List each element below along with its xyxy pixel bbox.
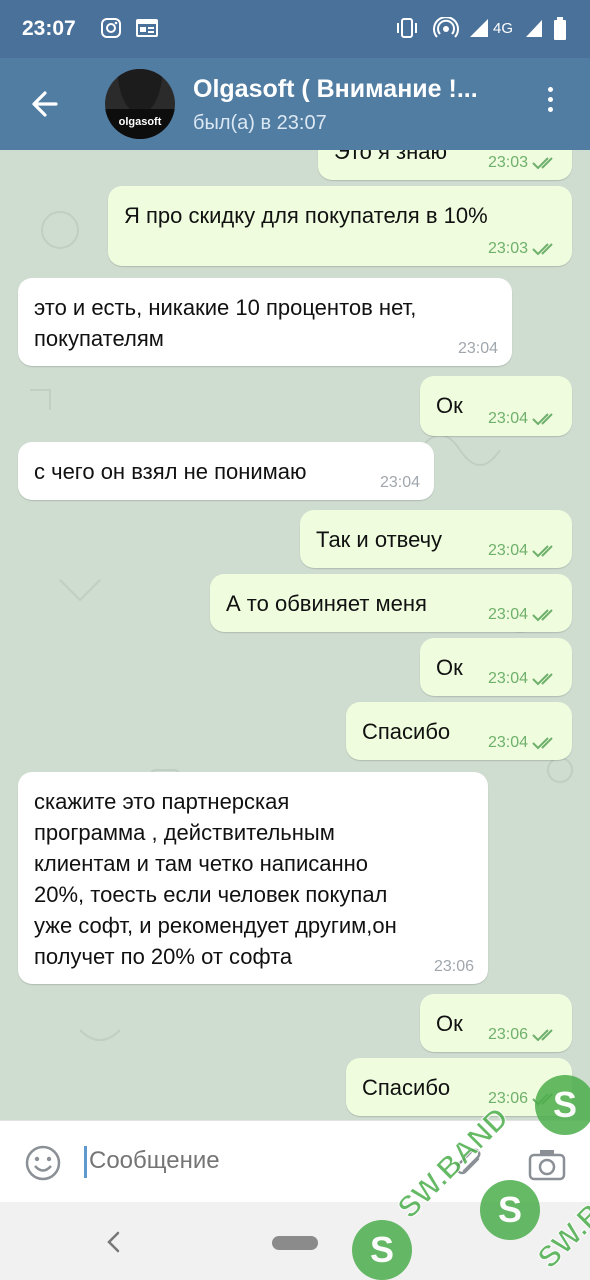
- dot-icon: [547, 87, 553, 92]
- message-text: с чего он взял не понимаю: [34, 459, 307, 484]
- attach-button[interactable]: [450, 1145, 490, 1185]
- message-time: 23:04: [379, 474, 420, 491]
- message-meta: 23:04: [488, 734, 558, 752]
- message-outgoing[interactable]: Ок 23:06: [420, 994, 572, 1052]
- message-text: Спасибо: [362, 1075, 451, 1100]
- arrow-left-icon: [32, 91, 58, 117]
- message-meta: 23:04: [488, 410, 558, 428]
- message-line: скажите это партнерская: [34, 789, 290, 814]
- message-meta: 23:03: [488, 240, 558, 258]
- message-line: покупателям: [34, 326, 164, 351]
- vibrate-icon: [394, 17, 420, 44]
- message-outgoing[interactable]: Это я знаю 23:03: [318, 150, 572, 180]
- message-text: Я про скидку для покупателя в 10%: [124, 203, 488, 228]
- chat-header: olgasoft Olgasoft ( Внимание !... был(а)…: [0, 58, 590, 150]
- message-incoming[interactable]: с чего он взял не понимаю 23:04: [18, 442, 434, 500]
- message-time: 23:04: [487, 542, 528, 559]
- message-text: Это я знаю: [334, 150, 447, 164]
- camera-button[interactable]: [527, 1147, 567, 1183]
- message-outgoing[interactable]: Спасибо 23:04: [346, 702, 572, 760]
- message-time: 23:03: [487, 154, 528, 171]
- instagram-icon: [100, 17, 122, 44]
- message-line: клиентам и там четко написанно: [34, 851, 369, 876]
- double-check-icon: [532, 413, 553, 426]
- message-incoming[interactable]: скажите это партнерская программа , дейс…: [18, 772, 488, 984]
- message-line: уже софт, и рекомендует другим,он: [34, 913, 397, 938]
- network-type: 4G: [493, 20, 514, 37]
- message-time: 23:04: [487, 606, 528, 623]
- message-time: 23:06: [433, 958, 474, 975]
- message-text: А то обвиняет меня: [226, 591, 427, 616]
- double-check-icon: [532, 157, 553, 170]
- message-time: 23:06: [487, 1026, 528, 1043]
- double-check-icon: [532, 1029, 553, 1042]
- more-menu-button[interactable]: [540, 87, 560, 123]
- message-meta: 23:03: [488, 154, 558, 172]
- message-line: это и есть, никакие 10 процентов нет,: [34, 295, 417, 320]
- back-button[interactable]: [26, 84, 66, 124]
- message-text: Так и отвечу: [316, 527, 443, 552]
- last-seen-status: был(а) в 23:07: [193, 112, 327, 134]
- message-time: 23:03: [487, 240, 528, 257]
- double-check-icon: [532, 609, 553, 622]
- message-outgoing[interactable]: Ок 23:04: [420, 376, 572, 436]
- status-time: 23:07: [22, 17, 76, 40]
- hotspot-icon: [433, 16, 459, 44]
- message-outgoing[interactable]: Так и отвечу 23:04: [300, 510, 572, 568]
- dot-icon: [547, 97, 553, 102]
- status-bar: 23:07 4G: [0, 0, 590, 58]
- double-check-icon: [532, 673, 553, 686]
- text-cursor: [84, 1146, 87, 1178]
- system-navigation-bar: [0, 1202, 590, 1280]
- message-time: 23:04: [457, 340, 498, 357]
- chevron-left-icon: [107, 1231, 120, 1253]
- signal-icon: [468, 17, 490, 44]
- message-incoming[interactable]: это и есть, никакие 10 процентов нет, пок…: [18, 278, 512, 366]
- message-text: Спасибо: [362, 719, 451, 744]
- message-meta: 23:04: [488, 606, 558, 624]
- message-meta: 23:04: [488, 670, 558, 688]
- message-text: Ок: [436, 655, 463, 680]
- message-text: Ок: [436, 393, 463, 418]
- message-time: 23:06: [487, 1090, 528, 1107]
- message-text: Ок: [436, 1011, 463, 1036]
- emoji-button[interactable]: [25, 1145, 61, 1181]
- message-line: программа , действительным: [34, 820, 335, 845]
- message-time: 23:04: [487, 734, 528, 751]
- message-text: это и есть, никакие 10 процентов нет, пок…: [34, 292, 416, 354]
- battery-icon: [553, 17, 567, 46]
- dot-icon: [547, 107, 553, 112]
- chat-messages[interactable]: Это я знаю 23:03 Я про скидку для покупа…: [0, 150, 590, 1120]
- double-check-icon: [532, 243, 553, 256]
- message-outgoing[interactable]: Я про скидку для покупателя в 10% 23:03: [108, 186, 572, 266]
- news-icon: [135, 17, 159, 44]
- message-time: 23:04: [487, 410, 528, 427]
- double-check-icon: [532, 545, 553, 558]
- avatar-text: olgasoft: [118, 116, 162, 128]
- message-meta: 23:04: [488, 542, 558, 560]
- message-line: 20%, тоесть если человек покупал: [34, 882, 388, 907]
- double-check-icon: [532, 737, 553, 750]
- paperclip-icon: [455, 1148, 481, 1175]
- message-text: скажите это партнерская программа , дейс…: [34, 786, 397, 972]
- message-meta: 23:06: [488, 1026, 558, 1044]
- message-meta: 23:06: [488, 1090, 558, 1108]
- avatar[interactable]: olgasoft: [105, 69, 175, 139]
- message-outgoing[interactable]: Спасибо 23:06: [346, 1058, 572, 1116]
- nav-home-button[interactable]: [272, 1236, 318, 1250]
- message-outgoing[interactable]: Ок 23:04: [420, 638, 572, 696]
- smiley-icon: [25, 1145, 61, 1181]
- message-outgoing[interactable]: А то обвиняет меня 23:04: [210, 574, 572, 632]
- message-line: получет по 20% от софта: [34, 944, 293, 969]
- chat-title[interactable]: Olgasoft ( Внимание !...: [193, 75, 478, 104]
- message-composer: [0, 1120, 590, 1203]
- message-input[interactable]: [89, 1147, 429, 1175]
- message-time: 23:04: [487, 670, 528, 687]
- camera-icon: [528, 1150, 566, 1181]
- nav-back-button[interactable]: [104, 1230, 124, 1254]
- signal-icon: [524, 17, 544, 44]
- double-check-icon: [532, 1093, 553, 1106]
